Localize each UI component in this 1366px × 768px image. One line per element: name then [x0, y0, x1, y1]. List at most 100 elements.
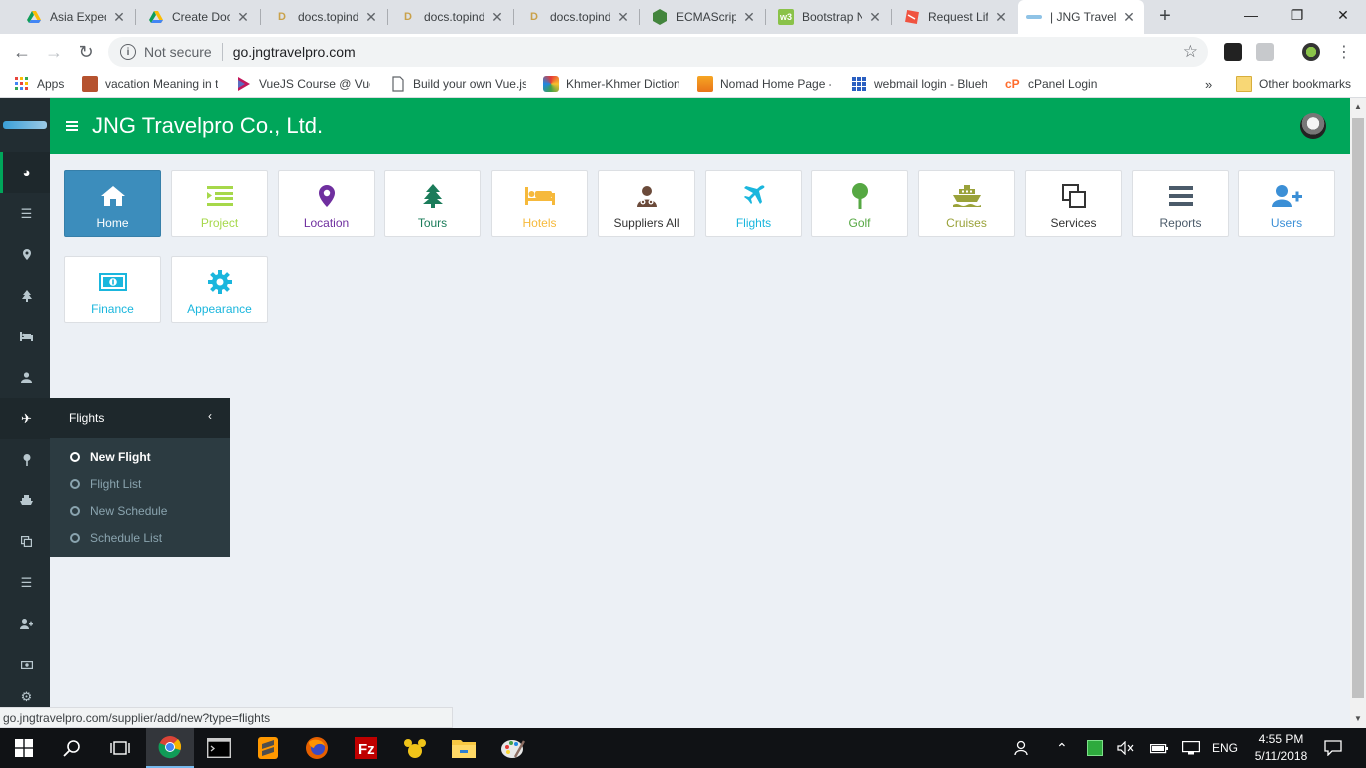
close-icon[interactable]: ✕ — [742, 9, 756, 26]
back-button[interactable]: ← — [10, 40, 34, 64]
profile-avatar[interactable] — [1302, 43, 1320, 61]
flyout-item-new-schedule[interactable]: New Schedule — [50, 497, 230, 524]
sidebar-toggle-icon[interactable] — [66, 121, 78, 131]
tile-users[interactable]: Users — [1238, 170, 1335, 237]
tile-golf[interactable]: Golf — [811, 170, 908, 237]
star-icon[interactable]: ☆ — [1183, 42, 1198, 62]
search-icon[interactable] — [48, 728, 96, 768]
browser-tab-0[interactable]: Asia Expedi ✕ — [18, 0, 134, 34]
paint-icon[interactable] — [489, 728, 537, 768]
chrome-icon[interactable] — [146, 728, 194, 768]
volume-muted-icon[interactable] — [1117, 728, 1135, 768]
app-logo[interactable] — [0, 98, 50, 152]
sidebar-item-appearance[interactable]: ⚙ — [0, 685, 50, 705]
language-indicator[interactable]: ENG — [1212, 728, 1238, 768]
tile-finance[interactable]: Finance — [64, 256, 161, 323]
facebook-icon[interactable] — [1256, 43, 1274, 61]
sidebar-item-finance[interactable] — [0, 644, 50, 685]
info-icon[interactable]: i — [120, 44, 136, 60]
flyout-item-new-flight[interactable]: New Flight — [50, 443, 230, 470]
sidebar-item-reports[interactable]: ☰ — [0, 562, 50, 603]
close-icon[interactable]: ✕ — [112, 9, 126, 26]
filezilla-icon[interactable]: Fz — [342, 728, 390, 768]
sidebar-item-cruises[interactable] — [0, 480, 50, 521]
sidebar-item-services[interactable] — [0, 521, 50, 562]
bookmark-apps[interactable]: Apps — [14, 76, 64, 92]
people-icon[interactable] — [1014, 728, 1030, 768]
extension-icon[interactable] — [1224, 43, 1242, 61]
sidebar-item-golf[interactable] — [0, 439, 50, 480]
flyout-item-schedule-list[interactable]: Schedule List — [50, 524, 230, 551]
browser-tab-2[interactable]: D docs.topind ✕ — [266, 0, 386, 34]
tile-cruises[interactable]: Cruises — [918, 170, 1015, 237]
reload-button[interactable]: ↻ — [74, 40, 98, 64]
tile-hotels[interactable]: Hotels — [491, 170, 588, 237]
browser-tab-1[interactable]: Create Doc ✕ — [140, 0, 258, 34]
paw-icon[interactable] — [391, 728, 439, 768]
sidebar-item-dashboard[interactable]: ◕ — [0, 152, 50, 193]
task-view-icon[interactable] — [96, 728, 144, 768]
bookmark-cpanel[interactable]: cP cPanel Login — [1005, 76, 1097, 92]
close-icon[interactable]: ✕ — [994, 9, 1008, 26]
tile-tours[interactable]: Tours — [384, 170, 481, 237]
close-icon[interactable]: ✕ — [1122, 9, 1136, 26]
scroll-down-icon[interactable]: ▼ — [1353, 714, 1363, 724]
close-icon[interactable]: ✕ — [490, 9, 504, 26]
terminal-icon[interactable] — [195, 728, 243, 768]
tile-suppliers-all[interactable]: Suppliers All — [598, 170, 695, 237]
tile-project[interactable]: Project — [171, 170, 268, 237]
chevron-up-icon[interactable]: ⌃ — [1056, 728, 1068, 768]
browser-tab-6[interactable]: w3 Bootstrap N ✕ — [770, 0, 890, 34]
close-icon[interactable]: ✕ — [236, 9, 250, 26]
tile-services[interactable]: Services — [1025, 170, 1122, 237]
close-window-button[interactable]: ✕ — [1320, 0, 1366, 30]
tile-reports[interactable]: Reports — [1132, 170, 1229, 237]
bookmark-build-vue[interactable]: Build your own Vue.js — [390, 76, 526, 92]
scroll-thumb[interactable] — [1352, 118, 1364, 698]
close-icon[interactable]: ✕ — [616, 9, 630, 26]
sidebar-item-users[interactable] — [0, 603, 50, 644]
bookmark-other[interactable]: Other bookmarks — [1236, 76, 1351, 92]
battery-icon[interactable] — [1150, 728, 1168, 768]
menu-kebab-icon[interactable]: ⋮ — [1332, 40, 1356, 64]
tile-location[interactable]: Location — [278, 170, 375, 237]
bookmark-webmail[interactable]: webmail login - Blueh — [851, 76, 987, 92]
flyout-item-flight-list[interactable]: Flight List — [50, 470, 230, 497]
notification-icon[interactable] — [1324, 728, 1342, 768]
browser-tab-8[interactable]: | JNG Travel ✕ — [1018, 0, 1144, 34]
forward-button[interactable]: → — [42, 40, 66, 64]
sublime-icon[interactable] — [244, 728, 292, 768]
browser-tab-3[interactable]: D docs.topind ✕ — [392, 0, 512, 34]
minimize-button[interactable]: — — [1228, 0, 1274, 30]
sidebar-item-project[interactable]: ☰ — [0, 193, 50, 234]
sidebar-item-flights[interactable]: ✈ — [0, 398, 50, 439]
tile-home[interactable]: Home — [64, 170, 161, 237]
flyout-title[interactable]: Flights ‹ — [50, 398, 230, 438]
new-tab-button[interactable]: + — [1155, 4, 1175, 30]
system-clock[interactable]: 4:55 PM 5/11/2018 — [1246, 731, 1316, 765]
address-bar[interactable]: i Not secure go.jngtravelpro.com ☆ — [108, 37, 1208, 67]
sidebar-item-location[interactable] — [0, 234, 50, 275]
file-explorer-icon[interactable] — [440, 728, 488, 768]
close-icon[interactable]: ✕ — [868, 9, 882, 26]
bookmarks-overflow-chevron-icon[interactable]: » — [1205, 76, 1212, 92]
tile-flights[interactable]: Flights — [705, 170, 802, 237]
bookmark-nomad[interactable]: Nomad Home Page - — [697, 76, 831, 92]
tray-app-icon[interactable] — [1087, 728, 1103, 768]
page-scrollbar[interactable]: ▲ ▼ — [1350, 98, 1366, 728]
url-text[interactable]: go.jngtravelpro.com — [233, 44, 356, 60]
bookmark-vuejs-course[interactable]: VueJS Course @ Vue — [236, 76, 370, 92]
sidebar-item-hotels[interactable] — [0, 316, 50, 357]
scroll-up-icon[interactable]: ▲ — [1353, 102, 1363, 112]
firefox-icon[interactable] — [293, 728, 341, 768]
windows-start-icon[interactable] — [0, 728, 48, 768]
bookmark-khmer-dictionary[interactable]: Khmer-Khmer Diction — [543, 76, 679, 92]
close-icon[interactable]: ✕ — [364, 9, 378, 26]
browser-tab-5[interactable]: ECMAScript ✕ — [644, 0, 764, 34]
browser-tab-7[interactable]: Request Life ✕ — [896, 0, 1016, 34]
restore-button[interactable]: ❐ — [1274, 0, 1320, 30]
browser-tab-4[interactable]: D docs.topind ✕ — [518, 0, 638, 34]
user-avatar[interactable] — [1300, 113, 1326, 139]
bookmark-vacation[interactable]: vacation Meaning in t — [82, 76, 218, 92]
network-icon[interactable] — [1182, 728, 1200, 768]
